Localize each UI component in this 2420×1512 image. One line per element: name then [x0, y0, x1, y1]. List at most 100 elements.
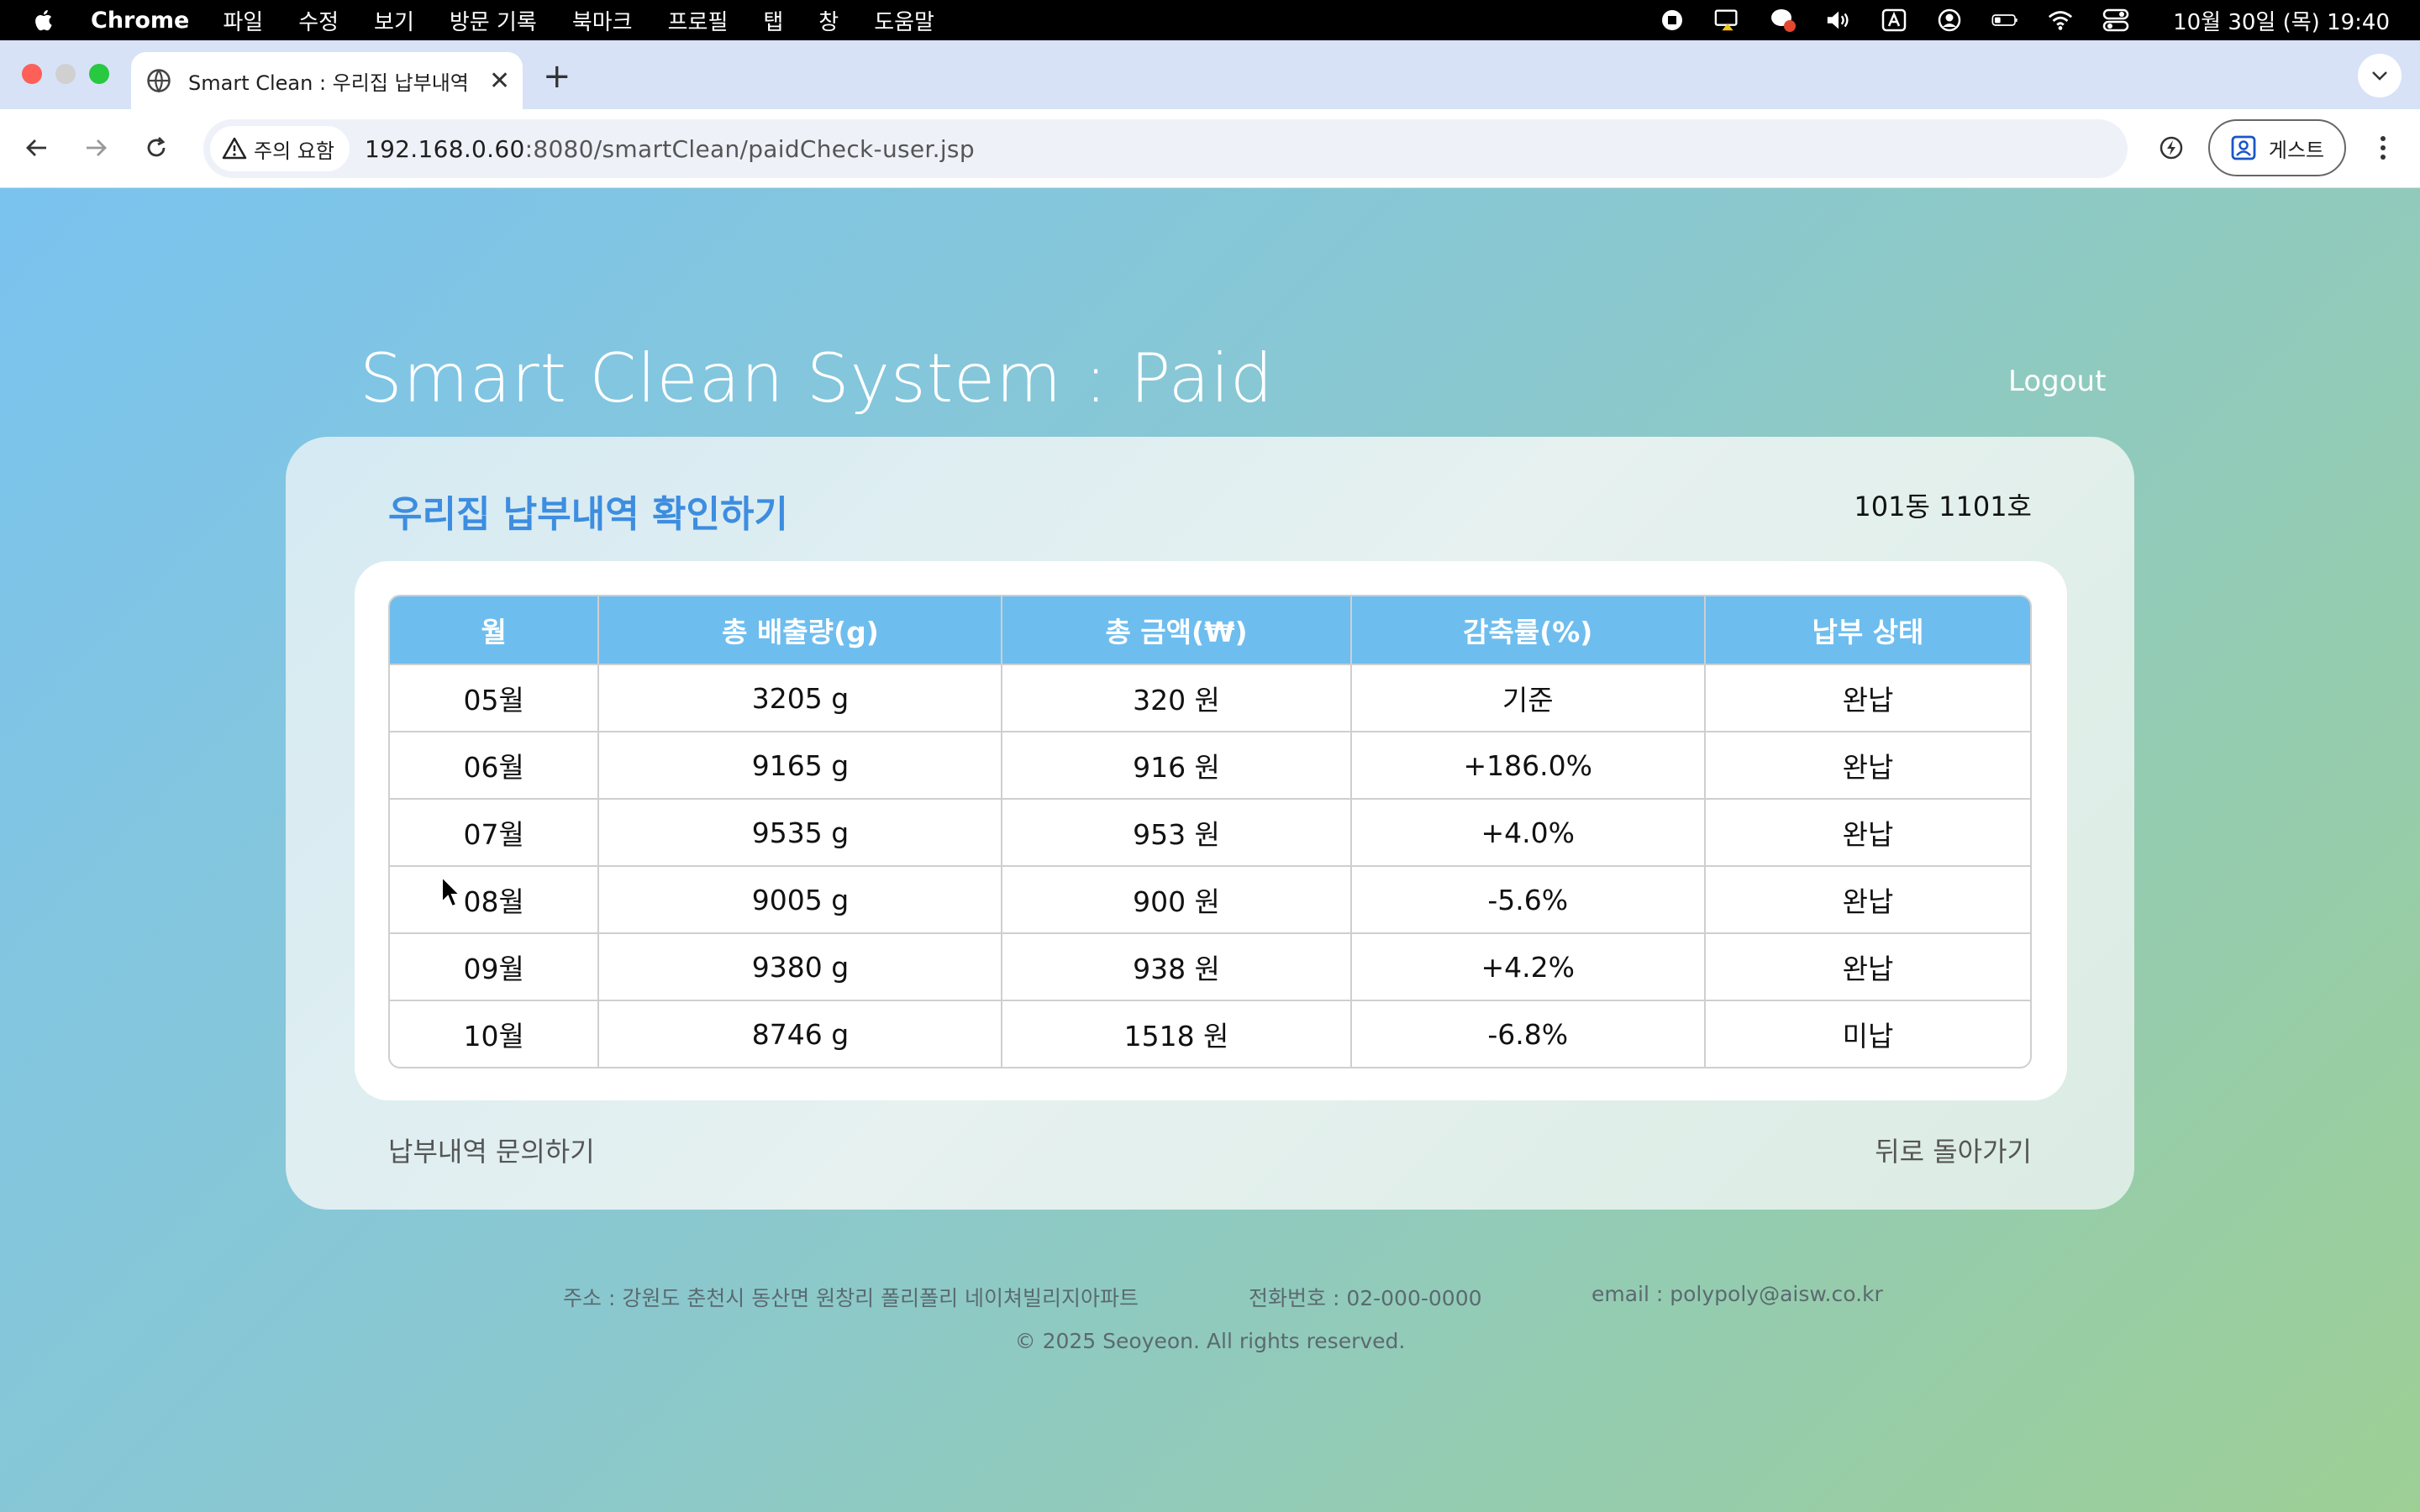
cell-emission: 9535 g — [599, 798, 1003, 865]
cell-status: 완납 — [1705, 664, 2030, 731]
cell-status: 완납 — [1705, 932, 2030, 1000]
footer-email: email : polypoly@aisw.co.kr — [1591, 1282, 1883, 1306]
header-reduction: 감축률(%) — [1351, 596, 1706, 664]
table-row: 05월 3205 g 320 원 기준 완납 — [390, 664, 2030, 731]
performance-icon[interactable] — [2154, 131, 2188, 165]
globe-icon — [147, 69, 171, 93]
cell-emission: 9165 g — [599, 731, 1003, 798]
page-content: Smart Clean System : Paid Logout 우리집 납부내… — [0, 188, 2420, 1512]
control-center-icon[interactable] — [2102, 7, 2129, 34]
table-container: 월 총 배출량(g) 총 금액(₩) 감축률(%) 납부 상태 05월 3205… — [355, 561, 2067, 1100]
header-month: 월 — [390, 596, 600, 664]
window-close-button[interactable] — [22, 64, 42, 84]
menu-window[interactable]: 창 — [818, 5, 839, 36]
cell-reduction: +186.0% — [1351, 731, 1706, 798]
table-row: 09월 9380 g 938 원 +4.2% 완납 — [390, 932, 2030, 1000]
window-zoom-button[interactable] — [89, 64, 109, 84]
address-bar[interactable]: 주의 요함 192.168.0.60:8080/smartClean/paidC… — [203, 119, 2128, 178]
url-text[interactable]: 192.168.0.60:8080/smartClean/paidCheck-u… — [365, 135, 975, 163]
status-area: 10월 30일 (목) 19:40 — [1659, 0, 2390, 40]
arrow-right-icon — [87, 139, 107, 156]
browser-toolbar: 주의 요함 192.168.0.60:8080/smartClean/paidC… — [0, 109, 2420, 188]
menu-app-name[interactable]: Chrome — [91, 8, 189, 34]
footer-phone: 전화번호 : 02-000-0000 — [1249, 1286, 1482, 1310]
table-row: 10월 8746 g 1518 원 -6.8% 미납 — [390, 1000, 2030, 1067]
battery-icon[interactable] — [1991, 7, 2018, 34]
profile-button[interactable]: 게스트 — [2208, 119, 2346, 176]
inquiry-link[interactable]: 납부내역 문의하기 — [388, 1131, 595, 1169]
arrow-left-icon — [26, 139, 46, 156]
url-path: :8080/smartClean/paidCheck-user.jsp — [524, 134, 975, 163]
cell-emission: 8746 g — [599, 1000, 1003, 1067]
footer-address: 주소 : 강원도 춘천시 동산면 원창리 폴리폴리 네이쳐빌리지아파트 — [563, 1286, 1139, 1310]
cell-amount: 953 원 — [1002, 798, 1352, 865]
menu-tab[interactable]: 탭 — [763, 5, 783, 36]
cell-amount: 900 원 — [1002, 865, 1352, 932]
reload-button[interactable] — [138, 129, 175, 166]
cell-amount: 916 원 — [1002, 731, 1352, 798]
more-menu-icon[interactable] — [2366, 131, 2400, 165]
cell-month: 08월 — [390, 865, 600, 932]
header-emission: 총 배출량(g) — [599, 596, 1003, 664]
forward-button[interactable] — [77, 129, 114, 166]
unit-label: 101동 1101호 — [1854, 491, 2032, 522]
new-tab-button[interactable]: + — [543, 57, 571, 96]
active-tab[interactable]: Smart Clean : 우리집 납부내역 확 ✕ — [131, 52, 523, 109]
paid-card: 우리집 납부내역 확인하기 101동 1101호 월 총 배출량(g) 총 금액… — [286, 437, 2134, 1210]
menu-profiles[interactable]: 프로필 — [668, 5, 729, 36]
apple-logo-icon[interactable] — [32, 8, 57, 33]
cell-month: 10월 — [390, 1000, 600, 1067]
table-header-row: 월 총 배출량(g) 총 금액(₩) 감축률(%) 납부 상태 — [390, 596, 2030, 664]
menu-edit[interactable]: 수정 — [298, 5, 339, 36]
reload-icon — [147, 137, 166, 157]
cell-emission: 9380 g — [599, 932, 1003, 1000]
menu-history[interactable]: 방문 기록 — [450, 5, 537, 36]
cell-month: 06월 — [390, 731, 600, 798]
input-source-icon[interactable] — [1881, 7, 1907, 34]
back-button[interactable] — [18, 129, 55, 166]
display-mirroring-icon[interactable] — [1714, 7, 1741, 34]
cell-reduction: -5.6% — [1351, 865, 1706, 932]
wifi-icon[interactable] — [2047, 7, 2074, 34]
menu-file[interactable]: 파일 — [223, 5, 263, 36]
footer-copyright: © 2025 Seoyeon. All rights reserved. — [1014, 1329, 1406, 1353]
tab-title: Smart Clean : 우리집 납부내역 확 — [188, 71, 474, 95]
menu-clock[interactable]: 10월 30일 (목) 19:40 — [2173, 5, 2390, 36]
site-title: Smart Clean System : Paid — [360, 339, 1274, 417]
warning-icon — [222, 137, 247, 160]
table-row: 07월 9535 g 953 원 +4.0% 완납 — [390, 798, 2030, 865]
cell-amount: 1518 원 — [1002, 1000, 1352, 1067]
menu-bookmarks[interactable]: 북마크 — [572, 5, 633, 36]
cell-status: 완납 — [1705, 731, 2030, 798]
window-minimize-button[interactable] — [55, 64, 76, 84]
header-amount: 총 금액(₩) — [1002, 596, 1352, 664]
back-link[interactable]: 뒤로 돌아가기 — [1875, 1131, 2032, 1169]
cell-month: 07월 — [390, 798, 600, 865]
cell-reduction: +4.2% — [1351, 932, 1706, 1000]
menu-view[interactable]: 보기 — [374, 5, 414, 36]
header-status: 납부 상태 — [1705, 596, 2030, 664]
user-account-icon[interactable] — [1936, 7, 1963, 34]
tab-search-button[interactable] — [2358, 54, 2402, 97]
security-indicator[interactable]: 주의 요함 — [210, 126, 350, 171]
messenger-icon[interactable] — [1770, 7, 1797, 34]
menu-help[interactable]: 도움말 — [874, 5, 934, 36]
cell-reduction: 기준 — [1351, 664, 1706, 731]
macos-menu-bar: Chrome 파일 수정 보기 방문 기록 북마크 프로필 탭 창 도움말 10… — [0, 0, 2420, 40]
screen-record-icon[interactable] — [1659, 7, 1686, 34]
cell-emission: 9005 g — [599, 865, 1003, 932]
cell-status: 미납 — [1705, 1000, 2030, 1067]
table-row: 06월 9165 g 916 원 +186.0% 완납 — [390, 731, 2030, 798]
cell-month: 05월 — [390, 664, 600, 731]
cell-status: 완납 — [1705, 865, 2030, 932]
logout-link[interactable]: Logout — [2008, 365, 2106, 398]
payment-table: 월 총 배출량(g) 총 금액(₩) 감축률(%) 납부 상태 05월 3205… — [388, 595, 2032, 1068]
cell-amount: 320 원 — [1002, 664, 1352, 731]
table-row: 08월 9005 g 900 원 -5.6% 완납 — [390, 865, 2030, 932]
card-title: 우리집 납부내역 확인하기 — [388, 493, 788, 536]
cell-reduction: +4.0% — [1351, 798, 1706, 865]
security-label: 주의 요함 — [254, 139, 334, 163]
tab-close-icon[interactable]: ✕ — [489, 66, 510, 96]
cell-month: 09월 — [390, 932, 600, 1000]
volume-icon[interactable] — [1825, 7, 1852, 34]
